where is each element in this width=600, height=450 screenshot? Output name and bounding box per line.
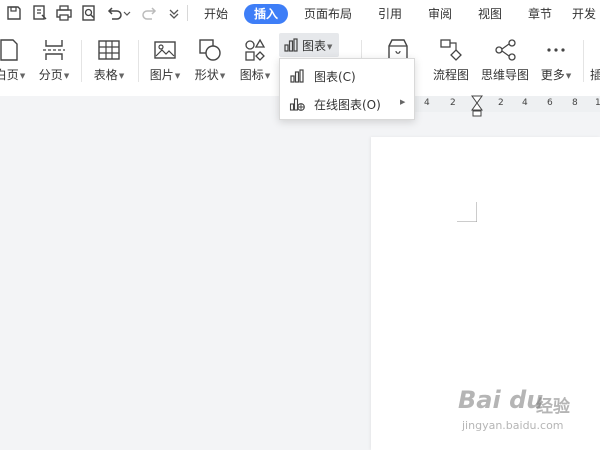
caret-down-icon: ▼ bbox=[327, 43, 333, 51]
shape-icon bbox=[197, 37, 223, 63]
flowchart-icon bbox=[438, 37, 464, 63]
chart-dropdown-menu: 图表(C) 在线图表(O) ▶ bbox=[279, 58, 415, 120]
save-icon[interactable] bbox=[4, 3, 24, 23]
icon-library-label: 图标 bbox=[239, 68, 264, 82]
caret-down-icon: ▼ bbox=[264, 72, 271, 80]
ruler-number: 2 bbox=[498, 98, 504, 108]
caret-down-icon: ▼ bbox=[174, 72, 181, 80]
tab-developer[interactable]: 开发 bbox=[572, 4, 600, 24]
tab-review[interactable]: 审阅 bbox=[420, 4, 460, 24]
chart-button[interactable]: 图表▼ bbox=[279, 33, 339, 57]
caret-down-icon: ▼ bbox=[63, 72, 70, 80]
shape-button[interactable]: 形状▼ bbox=[191, 37, 229, 85]
more-button[interactable]: 更多▼ bbox=[536, 37, 576, 85]
ruler-number: 4 bbox=[522, 98, 528, 108]
flowchart-button[interactable]: 流程图 bbox=[430, 37, 472, 85]
more-dots-icon bbox=[543, 37, 569, 63]
picture-button[interactable]: 图片▼ bbox=[146, 37, 184, 85]
menu-item-online-chart[interactable]: 在线图表(O) ▶ bbox=[280, 90, 414, 118]
indent-marker-icon[interactable] bbox=[471, 95, 483, 117]
separator bbox=[583, 40, 584, 82]
tab-view[interactable]: 视图 bbox=[470, 4, 510, 24]
blank-page-button[interactable]: 白页▼ bbox=[0, 37, 28, 85]
undo-icon[interactable] bbox=[104, 3, 124, 23]
mindmap-button[interactable]: 思维导图 bbox=[478, 37, 532, 85]
page-break-icon bbox=[41, 37, 67, 63]
tab-page-layout[interactable]: 页面布局 bbox=[298, 4, 358, 24]
ruler-number: 4 bbox=[424, 98, 430, 108]
shape-label: 形状 bbox=[194, 68, 219, 82]
separator bbox=[187, 5, 188, 21]
caret-down-icon: ▼ bbox=[118, 72, 125, 80]
flowchart-label: 流程图 bbox=[432, 68, 469, 82]
watermark-brand: 经验 bbox=[536, 397, 570, 417]
print-icon[interactable] bbox=[54, 3, 74, 23]
table-icon bbox=[96, 37, 122, 63]
menu-item-label: 在线图表(O) bbox=[314, 98, 381, 112]
tab-home[interactable]: 开始 bbox=[196, 4, 236, 24]
mindmap-icon bbox=[492, 37, 518, 63]
insert-more-label: 插 bbox=[590, 68, 600, 82]
page-break-button[interactable]: 分页▼ bbox=[36, 37, 72, 85]
watermark-logo: Bai du bbox=[458, 386, 544, 414]
blank-page-label: 白页 bbox=[0, 68, 19, 82]
margin-corner-icon bbox=[457, 202, 478, 223]
separator bbox=[138, 40, 139, 82]
icon-library-button[interactable]: 图标▼ bbox=[236, 37, 274, 85]
chevron-down-icon[interactable] bbox=[122, 3, 132, 23]
bar-chart-icon bbox=[283, 37, 299, 53]
ruler-number: 2 bbox=[450, 98, 456, 108]
ruler-number: 6 bbox=[547, 98, 553, 108]
horizontal-ruler[interactable]: 4 2 2 4 6 8 1 bbox=[412, 96, 600, 112]
submenu-arrow-icon: ▶ bbox=[400, 98, 406, 106]
ruler-number: 8 bbox=[572, 98, 578, 108]
menu-item-chart[interactable]: 图表(C) bbox=[280, 62, 414, 90]
picture-label: 图片 bbox=[149, 68, 174, 82]
page-icon bbox=[0, 37, 23, 63]
online-chart-icon bbox=[289, 96, 305, 112]
page-break-label: 分页 bbox=[38, 68, 63, 82]
caret-down-icon: ▼ bbox=[19, 72, 26, 80]
table-label: 表格 bbox=[93, 68, 118, 82]
separator bbox=[81, 40, 82, 82]
tab-references[interactable]: 引用 bbox=[370, 4, 410, 24]
customize-icon[interactable] bbox=[164, 3, 184, 23]
ruler-number: 1 bbox=[595, 98, 600, 108]
watermark-url: jingyan.baidu.com bbox=[462, 419, 564, 432]
insert-more-button[interactable]: 插 bbox=[590, 37, 600, 85]
menu-item-label: 图表(C) bbox=[314, 70, 356, 84]
picture-icon bbox=[152, 37, 178, 63]
caret-down-icon: ▼ bbox=[565, 72, 572, 80]
caret-down-icon: ▼ bbox=[219, 72, 226, 80]
title-bar: 开始 插入 页面布局 引用 审阅 视图 章节 开发 bbox=[0, 0, 600, 28]
print-preview-icon[interactable] bbox=[79, 3, 99, 23]
bar-chart-icon bbox=[289, 68, 305, 84]
more-label: 更多 bbox=[540, 68, 565, 82]
icon-library-icon bbox=[242, 37, 268, 63]
tab-insert[interactable]: 插入 bbox=[244, 4, 288, 24]
export-pdf-icon[interactable] bbox=[30, 3, 50, 23]
redo-icon[interactable] bbox=[140, 3, 160, 23]
watermark: Bai du 经验 jingyan.baidu.com bbox=[458, 386, 588, 436]
mindmap-label: 思维导图 bbox=[480, 68, 529, 82]
tab-chapter[interactable]: 章节 bbox=[520, 4, 560, 24]
table-button[interactable]: 表格▼ bbox=[90, 37, 128, 85]
chart-label: 图表 bbox=[302, 39, 327, 53]
